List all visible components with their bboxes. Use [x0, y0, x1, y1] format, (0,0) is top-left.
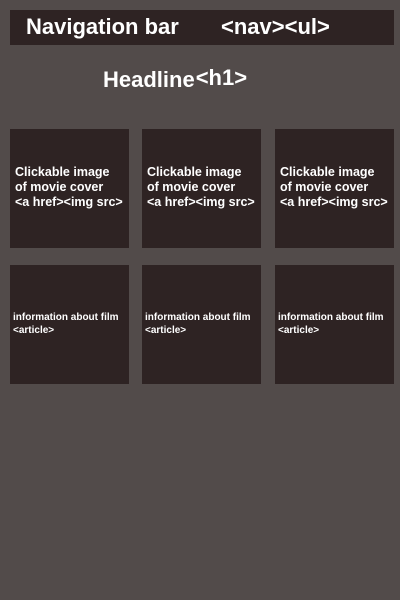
movie-cover-caption-line: Clickable image: [280, 165, 375, 179]
movie-cover-link-3[interactable]: Clickable image of movie cover <a href><…: [275, 129, 394, 248]
movie-cover-caption-line: of movie cover: [15, 180, 104, 194]
film-info-caption: information about film <article>: [13, 311, 131, 337]
film-info-article-1: information about film <article>: [10, 265, 129, 384]
movie-cover-caption-line: Clickable image: [15, 165, 110, 179]
headline-tag: <h1>: [195, 65, 248, 90]
headline: Headline<h1>: [103, 64, 247, 96]
film-info-article-3: information about film <article>: [275, 265, 394, 384]
navigation-bar-tag: <nav><ul>: [221, 14, 330, 39]
movie-cover-caption: Clickable image of movie cover <a href><…: [147, 165, 263, 210]
film-info-caption-line: information about film: [13, 312, 119, 323]
movie-cover-caption-line: of movie cover: [280, 180, 369, 194]
navigation-bar: Navigation bar <nav><ul>: [10, 10, 394, 45]
movie-cover-caption-line: of movie cover: [147, 180, 236, 194]
film-info-caption-line: information about film: [145, 312, 251, 323]
film-info-caption-tag: <article>: [278, 325, 320, 336]
movie-cover-caption: Clickable image of movie cover <a href><…: [280, 165, 396, 210]
movie-cover-link-2[interactable]: Clickable image of movie cover <a href><…: [142, 129, 261, 248]
film-info-caption-line: information about film: [278, 312, 384, 323]
movie-cover-caption-tag: <a href><img src>: [15, 195, 123, 209]
film-info-caption: information about film <article>: [145, 311, 263, 337]
headline-label: Headline: [103, 67, 195, 92]
movie-cover-caption-line: Clickable image: [147, 165, 242, 179]
film-info-caption: information about film <article>: [278, 311, 396, 337]
film-info-caption-tag: <article>: [13, 325, 55, 336]
movie-cover-caption-tag: <a href><img src>: [280, 195, 388, 209]
movie-cover-link-1[interactable]: Clickable image of movie cover <a href><…: [10, 129, 129, 248]
film-info-article-2: information about film <article>: [142, 265, 261, 384]
movie-cover-caption: Clickable image of movie cover <a href><…: [15, 165, 131, 210]
film-info-caption-tag: <article>: [145, 325, 187, 336]
movie-cover-caption-tag: <a href><img src>: [147, 195, 255, 209]
navigation-bar-label: Navigation bar: [26, 14, 179, 39]
